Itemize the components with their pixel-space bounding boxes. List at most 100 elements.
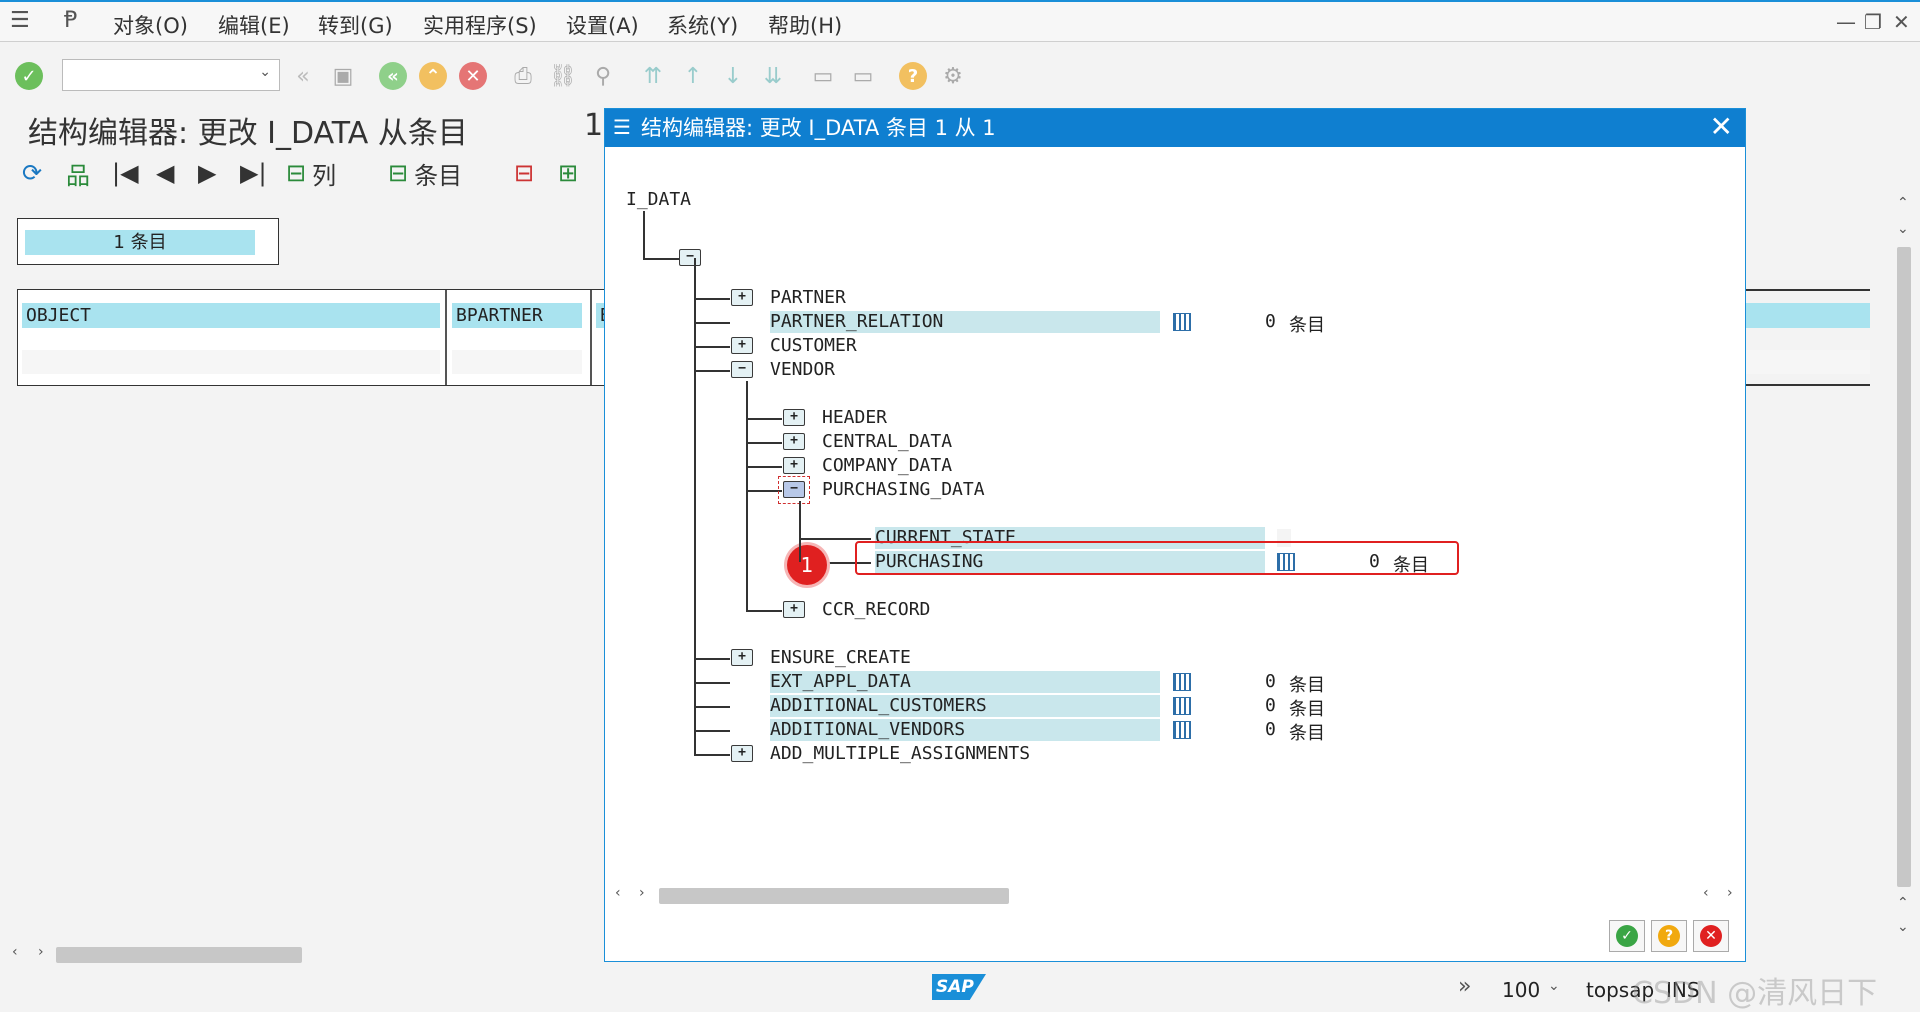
tree-connector bbox=[746, 490, 782, 492]
vertical-scrollbar[interactable]: ⌃ ⌄ ⌃ ⌄ bbox=[1893, 195, 1915, 945]
confirm-button[interactable]: ✓ bbox=[1609, 920, 1645, 952]
table-icon[interactable] bbox=[1173, 697, 1191, 715]
back-history-icon[interactable]: « bbox=[288, 61, 318, 91]
close-window-icon[interactable]: ✕ bbox=[1893, 10, 1910, 34]
folder-expand-icon[interactable]: + bbox=[731, 289, 753, 306]
previous-entry-icon[interactable]: ◀ bbox=[156, 155, 174, 191]
close-icon[interactable]: ✕ bbox=[1710, 109, 1733, 145]
tree-node-label[interactable]: PARTNER bbox=[770, 287, 846, 309]
column-header-object[interactable]: OBJECT bbox=[22, 303, 440, 328]
app-menu-icon[interactable]: ☰ bbox=[10, 8, 30, 33]
scroll-left-icon[interactable]: ‹ bbox=[615, 885, 621, 901]
tree-node-label[interactable]: PARTNER_RELATION bbox=[770, 311, 1160, 333]
columns-button[interactable]: ⊟ 列 bbox=[286, 155, 336, 191]
cancel-icon: ✕ bbox=[1700, 925, 1722, 947]
dialog-menu-icon[interactable]: ☰ bbox=[613, 115, 631, 139]
folder-expand-icon[interactable]: + bbox=[731, 745, 753, 762]
folder-expand-icon[interactable]: + bbox=[731, 649, 753, 666]
last-entry-icon[interactable]: ▶| bbox=[240, 155, 267, 191]
menu-help[interactable]: 帮助(H) bbox=[768, 10, 842, 40]
cancel-icon[interactable]: ✕ bbox=[458, 61, 488, 91]
sap-logon-icon[interactable]: Ᵽ bbox=[64, 8, 77, 33]
print-icon[interactable]: ⎙ bbox=[508, 61, 538, 91]
back-icon[interactable]: « bbox=[378, 61, 408, 91]
folder-expand-icon[interactable]: + bbox=[783, 601, 805, 618]
structure-editor-dialog: 结构编辑器: 更改 I_DATA 条目 1 从 1 ☰ ✕ I_DATA − + PA… bbox=[604, 108, 1746, 962]
tree-node-label[interactable]: CCR_RECORD bbox=[822, 599, 930, 621]
tree-root[interactable]: I_DATA bbox=[626, 189, 691, 211]
insert-row-icon[interactable]: ⊞ bbox=[558, 155, 578, 191]
scroll-right-icon[interactable]: › bbox=[639, 885, 645, 901]
menu-system[interactable]: 系统(Y) bbox=[667, 10, 738, 40]
tree-node-label[interactable]: ADD_MULTIPLE_ASSIGNMENTS bbox=[770, 743, 1030, 765]
table-header-right bbox=[1746, 303, 1870, 328]
tree-node-label[interactable]: EXT_APPL_DATA bbox=[770, 671, 1160, 693]
scroll-right-icon[interactable]: › bbox=[1727, 885, 1733, 901]
find-icon[interactable]: ⛓ bbox=[548, 61, 578, 91]
tree-node-label[interactable]: PURCHASING_DATA bbox=[822, 479, 985, 501]
scroll-left-icon[interactable]: ‹ bbox=[12, 944, 18, 960]
last-page-icon[interactable]: ⇊ bbox=[758, 61, 788, 91]
menu-settings[interactable]: 设置(A) bbox=[566, 10, 639, 40]
horizontal-scroll-thumb[interactable] bbox=[56, 947, 302, 963]
restore-icon[interactable]: ❐ bbox=[1864, 10, 1882, 34]
menu-utilities[interactable]: 实用程序(S) bbox=[423, 10, 537, 40]
hierarchy-icon[interactable]: 品 bbox=[66, 155, 90, 191]
delete-row-icon[interactable]: ⊟ bbox=[514, 155, 534, 191]
menu-goto[interactable]: 转到(G) bbox=[318, 10, 393, 40]
tree-node-label[interactable]: VENDOR bbox=[770, 359, 835, 381]
tree-node-label[interactable]: ENSURE_CREATE bbox=[770, 647, 911, 669]
scroll-up-icon[interactable]: ⌃ bbox=[1897, 895, 1909, 911]
scroll-up-icon[interactable]: ⌃ bbox=[1897, 195, 1909, 211]
folder-expand-icon[interactable]: + bbox=[783, 433, 805, 450]
folder-expand-icon[interactable]: + bbox=[783, 409, 805, 426]
tree-node-label[interactable]: CENTRAL_DATA bbox=[822, 431, 952, 453]
next-entry-icon[interactable]: ▶ bbox=[198, 155, 216, 191]
first-entry-icon[interactable]: |◀ bbox=[112, 155, 139, 191]
help-button[interactable]: ? bbox=[1651, 920, 1687, 952]
scroll-down-icon[interactable]: ⌄ bbox=[1897, 221, 1909, 237]
scroll-left-icon[interactable]: ‹ bbox=[1703, 885, 1709, 901]
find-next-icon[interactable]: ⚲ bbox=[588, 61, 618, 91]
cancel-button[interactable]: ✕ bbox=[1693, 920, 1729, 952]
previous-page-icon[interactable]: ↑ bbox=[678, 61, 708, 91]
folder-expand-icon[interactable]: + bbox=[731, 337, 753, 354]
entry-count-unit: 条目 bbox=[1289, 723, 1325, 744]
tree-node-label[interactable]: CUSTOMER bbox=[770, 335, 857, 357]
table-icon[interactable] bbox=[1173, 313, 1191, 331]
scroll-down-icon[interactable]: ⌄ bbox=[1897, 919, 1909, 935]
folder-expand-icon[interactable]: + bbox=[783, 457, 805, 474]
tree-node-label[interactable]: COMPANY_DATA bbox=[822, 455, 952, 477]
tree-node-label[interactable]: ADDITIONAL_VENDORS bbox=[770, 719, 1160, 741]
column-header-bpartner[interactable]: BPARTNER bbox=[452, 303, 582, 328]
refresh-icon[interactable]: ⟳ bbox=[22, 155, 42, 191]
horizontal-scroll-thumb[interactable] bbox=[659, 888, 1009, 904]
folder-open-icon[interactable]: − bbox=[731, 361, 753, 378]
table-row[interactable] bbox=[22, 350, 440, 374]
help-icon[interactable]: ? bbox=[898, 61, 928, 91]
first-page-icon[interactable]: ⇈ bbox=[638, 61, 668, 91]
exit-icon[interactable]: ⌃ bbox=[418, 61, 448, 91]
chevron-down-icon[interactable]: ⌄ bbox=[259, 64, 271, 80]
next-page-icon[interactable]: ↓ bbox=[718, 61, 748, 91]
menu-edit[interactable]: 编辑(E) bbox=[218, 10, 290, 40]
scroll-thumb[interactable] bbox=[1897, 247, 1911, 887]
tree-node-label[interactable]: HEADER bbox=[822, 407, 887, 429]
entry-count-unit: 条目 bbox=[1289, 699, 1325, 720]
gear-icon[interactable]: ⚙ bbox=[938, 61, 968, 91]
folder-open-icon[interactable]: − bbox=[679, 249, 701, 266]
minimize-icon[interactable]: — bbox=[1836, 10, 1856, 34]
enter-icon[interactable]: ✓ bbox=[14, 61, 44, 91]
table-row[interactable] bbox=[452, 350, 582, 374]
shortcut-icon[interactable]: ▭ bbox=[848, 61, 878, 91]
tree-node-label[interactable]: ADDITIONAL_CUSTOMERS bbox=[770, 695, 1160, 717]
columns-icon: ⊟ bbox=[286, 159, 307, 187]
scroll-right-icon[interactable]: › bbox=[38, 944, 44, 960]
new-session-icon[interactable]: ▭ bbox=[808, 61, 838, 91]
command-field[interactable]: ⌄ bbox=[62, 59, 280, 91]
table-icon[interactable] bbox=[1173, 673, 1191, 691]
entries-button[interactable]: ⊟ 条目 bbox=[388, 155, 462, 191]
menu-object[interactable]: 对象(O) bbox=[113, 10, 188, 40]
save-icon[interactable]: ▣ bbox=[328, 61, 358, 91]
table-icon[interactable] bbox=[1173, 721, 1191, 739]
